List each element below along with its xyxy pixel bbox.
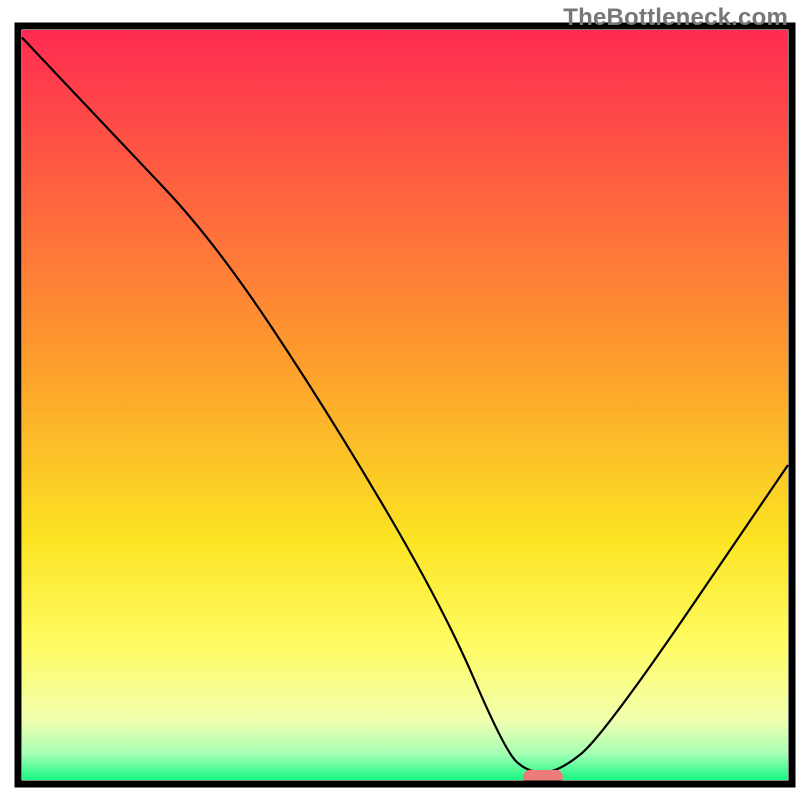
watermark-text: TheBottleneck.com — [563, 4, 788, 32]
chart-frame: TheBottleneck.com — [0, 0, 800, 800]
chart-svg — [0, 0, 800, 800]
plot-background — [22, 30, 788, 780]
